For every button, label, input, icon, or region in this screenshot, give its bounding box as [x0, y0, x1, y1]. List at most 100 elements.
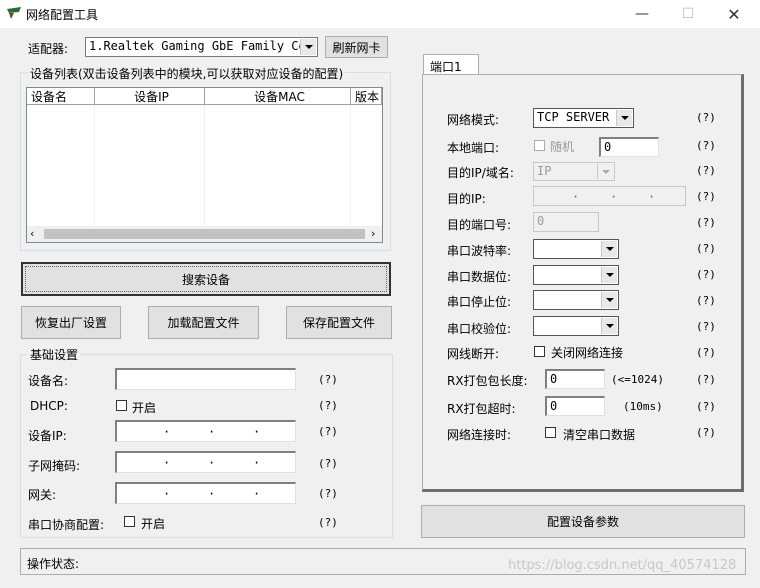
- network-connect-label: 网络连接时:: [447, 428, 512, 442]
- help-icon[interactable]: (?): [318, 373, 338, 386]
- serial-negotiation-checkbox[interactable]: [124, 516, 135, 527]
- rx-packet-timeout-hint: (10ms): [623, 400, 663, 413]
- cable-disconnect-label: 网线断开:: [447, 347, 500, 361]
- device-list-group-label: 设备列表(双击设备列表中的模块,可以获取对应设备的配置): [28, 65, 346, 82]
- baud-rate-label: 串口波特率:: [447, 244, 512, 258]
- factory-reset-button[interactable]: 恢复出厂设置: [21, 306, 121, 339]
- dest-port-value: 0: [537, 214, 545, 228]
- rx-packet-timeout-input[interactable]: 0: [545, 396, 605, 416]
- configure-device-button[interactable]: 配置设备参数: [421, 505, 745, 538]
- stop-bits-label: 串口停止位:: [447, 295, 512, 309]
- subnet-mask-field[interactable]: · · ·: [115, 451, 296, 473]
- scroll-right-icon[interactable]: ›: [371, 227, 375, 240]
- rx-packet-length-label: RX打包包长度:: [447, 374, 528, 388]
- rx-packet-length-input[interactable]: 0: [545, 369, 605, 389]
- scroll-left-icon[interactable]: ‹: [30, 227, 34, 240]
- column-header-device-ip[interactable]: 设备IP: [95, 88, 205, 104]
- help-icon[interactable]: (?): [696, 294, 716, 307]
- help-icon[interactable]: (?): [318, 516, 338, 529]
- help-icon[interactable]: (?): [696, 190, 716, 203]
- subnet-mask-label: 子网掩码:: [28, 459, 81, 473]
- dest-ip-field: · · ·: [533, 186, 686, 206]
- baud-rate-select[interactable]: [533, 239, 619, 259]
- help-icon[interactable]: (?): [318, 399, 338, 412]
- close-connection-checkbox[interactable]: [534, 346, 545, 357]
- save-config-button[interactable]: 保存配置文件: [286, 306, 392, 339]
- gateway-field[interactable]: · · ·: [115, 482, 296, 504]
- adapter-select[interactable]: 1.Realtek Gaming GbE Family Cor: [85, 37, 318, 57]
- app-icon: [7, 7, 21, 19]
- help-icon[interactable]: (?): [318, 457, 338, 470]
- serial-negotiation-label: 串口协商配置:: [28, 518, 105, 532]
- help-icon[interactable]: (?): [696, 268, 716, 281]
- help-icon[interactable]: (?): [696, 216, 716, 229]
- dest-port-label: 目的端口号:: [447, 218, 512, 232]
- basic-settings-group-label: 基础设置: [28, 346, 81, 363]
- device-name-input[interactable]: [115, 368, 296, 390]
- tab-port-1[interactable]: 端口1: [423, 54, 479, 76]
- dest-ip-domain-select: IP: [533, 162, 615, 181]
- column-header-device-name[interactable]: 设备名: [27, 88, 95, 104]
- refresh-adapter-button[interactable]: 刷新网卡: [325, 36, 388, 58]
- column-grid-line: [350, 105, 351, 226]
- column-header-version[interactable]: 版本: [351, 88, 382, 104]
- dhcp-label: DHCP:: [30, 399, 68, 413]
- device-name-label: 设备名:: [28, 374, 69, 388]
- data-bits-label: 串口数据位:: [447, 270, 512, 284]
- network-mode-label: 网络模式:: [447, 113, 500, 127]
- chevron-down-icon: [597, 164, 613, 179]
- device-ip-field[interactable]: · · ·: [115, 420, 296, 442]
- network-mode-select[interactable]: TCP SERVER: [533, 108, 634, 128]
- rx-packet-length-hint: (<=1024): [611, 373, 664, 386]
- gateway-label: 网关:: [28, 488, 57, 502]
- rx-packet-timeout-label: RX打包超时:: [447, 402, 516, 416]
- parity-label: 串口校验位:: [447, 322, 512, 336]
- help-icon[interactable]: (?): [696, 400, 716, 413]
- watermark: https://blog.csdn.net/qq_40574128: [508, 558, 737, 573]
- search-devices-button[interactable]: 搜索设备: [21, 262, 391, 296]
- help-icon[interactable]: (?): [318, 487, 338, 500]
- dest-port-input: 0: [533, 212, 599, 232]
- local-port-input[interactable]: 0: [599, 137, 659, 157]
- help-icon[interactable]: (?): [696, 242, 716, 255]
- chevron-down-icon[interactable]: [616, 110, 632, 126]
- device-table[interactable]: 设备名 设备IP 设备MAC 版本 ‹ ›: [26, 87, 383, 243]
- chevron-down-icon[interactable]: [300, 39, 316, 55]
- rx-packet-length-value: 0: [550, 372, 558, 386]
- clear-serial-label: 清空串口数据: [563, 428, 636, 442]
- random-port-label: 随机: [550, 140, 575, 154]
- clear-serial-checkbox[interactable]: [545, 427, 556, 438]
- help-icon[interactable]: (?): [318, 425, 338, 438]
- local-port-value: 0: [604, 140, 612, 154]
- help-icon[interactable]: (?): [696, 346, 716, 359]
- column-grid-line: [94, 105, 95, 226]
- help-icon[interactable]: (?): [696, 320, 716, 333]
- maximize-icon: ☐: [681, 6, 695, 22]
- help-icon[interactable]: (?): [696, 164, 716, 177]
- stop-bits-select[interactable]: [533, 290, 619, 310]
- horizontal-scrollbar[interactable]: ‹ ›: [27, 226, 382, 242]
- data-bits-select[interactable]: [533, 265, 619, 285]
- dhcp-checkbox[interactable]: [116, 400, 127, 411]
- focus-rect: [25, 266, 387, 292]
- parity-select[interactable]: [533, 316, 619, 336]
- help-icon[interactable]: (?): [696, 139, 716, 152]
- chevron-down-icon[interactable]: [601, 292, 617, 308]
- column-header-device-mac[interactable]: 设备MAC: [205, 88, 351, 104]
- dest-ip-domain-value: IP: [537, 164, 552, 178]
- close-icon[interactable]: ✕: [711, 0, 757, 28]
- network-mode-value: TCP SERVER: [537, 110, 610, 124]
- chevron-down-icon[interactable]: [601, 318, 617, 334]
- load-config-button[interactable]: 加载配置文件: [148, 306, 259, 339]
- help-icon[interactable]: (?): [696, 111, 716, 124]
- help-icon[interactable]: (?): [696, 373, 716, 386]
- help-icon[interactable]: (?): [696, 426, 716, 439]
- minimize-icon[interactable]: —: [619, 0, 665, 28]
- chevron-down-icon[interactable]: [601, 267, 617, 283]
- status-label: 操作状态:: [27, 557, 80, 571]
- scrollbar-thumb[interactable]: [44, 229, 365, 239]
- close-connection-label: 关闭网络连接: [551, 346, 624, 360]
- chevron-down-icon[interactable]: [601, 241, 617, 257]
- random-port-checkbox[interactable]: [534, 140, 545, 151]
- device-ip-label: 设备IP:: [28, 429, 67, 443]
